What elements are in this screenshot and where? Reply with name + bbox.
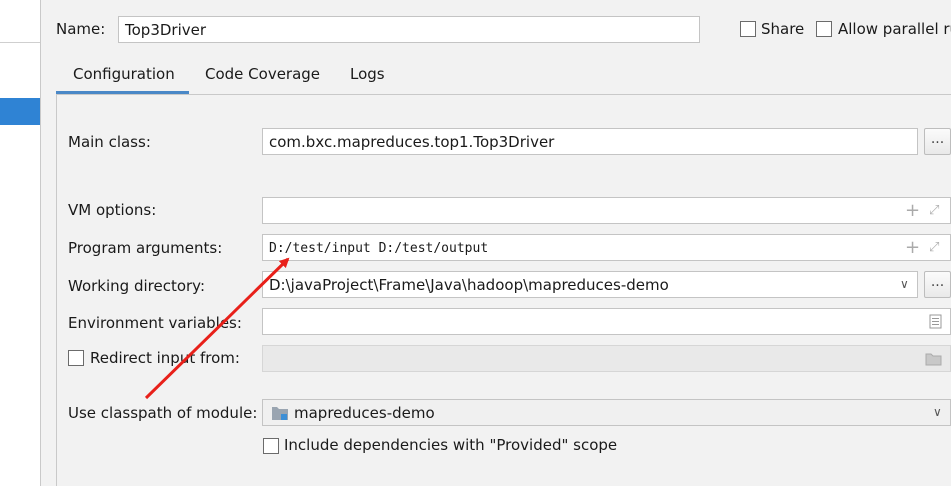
annotation-arrow <box>144 257 290 400</box>
